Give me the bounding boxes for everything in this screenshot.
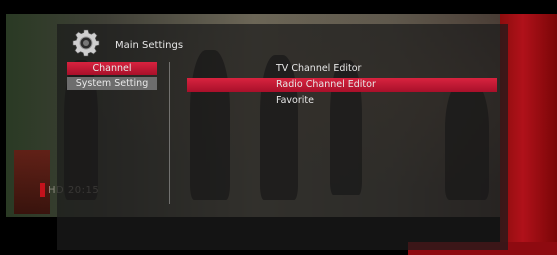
option-radio-channel-editor[interactable]: Radio Channel Editor [187,78,497,92]
option-tv-channel-editor[interactable]: TV Channel Editor [187,62,497,76]
watermark-marker [40,183,45,197]
video-red-curtain [500,14,557,255]
main-settings-menu: Main Settings Channel System Setting TV … [57,24,508,250]
option-list: TV Channel Editor Radio Channel Editor F… [187,62,497,110]
video-red-figure [14,150,50,214]
tv-screen: HD 20:15 Main Settings Channel System Se… [0,0,557,255]
menu-header: Main Settings [57,24,508,57]
category-list: Channel System Setting [67,62,157,92]
column-divider [169,62,170,204]
option-favorite[interactable]: Favorite [187,94,497,108]
gear-icon [72,29,100,57]
menu-title: Main Settings [115,40,184,51]
category-item-channel[interactable]: Channel [67,62,157,75]
category-item-system-setting[interactable]: System Setting [67,77,157,90]
